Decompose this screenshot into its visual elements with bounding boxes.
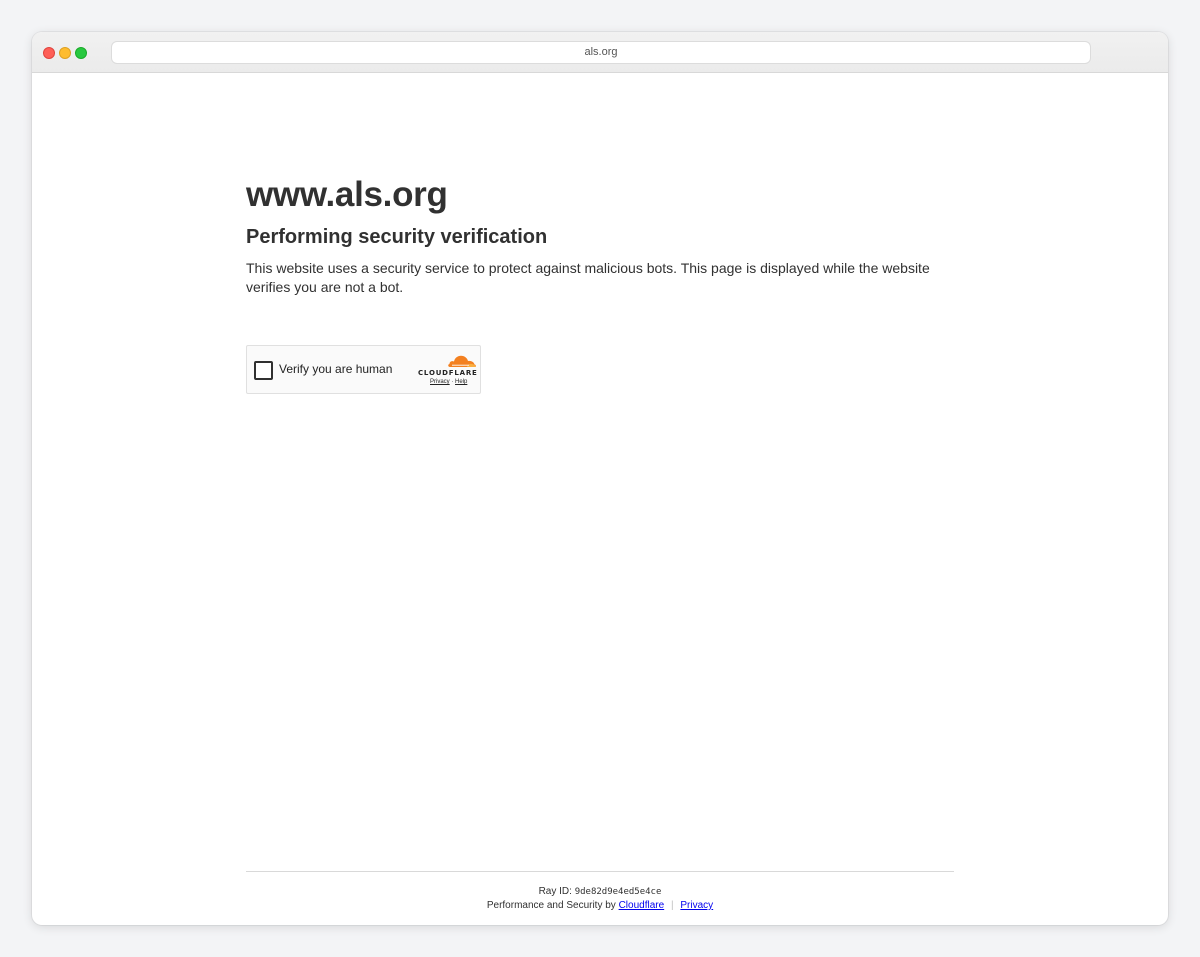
main-section: www.als.org Performing security verifica… <box>246 173 956 297</box>
footer-separator: | <box>670 900 674 911</box>
privacy-link[interactable]: Privacy <box>680 900 713 911</box>
cloudflare-logo: CLOUDFLARE Privacy · Help <box>418 354 478 390</box>
browser-titlebar: als.org <box>32 32 1168 73</box>
close-window-icon[interactable] <box>43 47 55 59</box>
cloudflare-cloud-icon <box>448 355 476 367</box>
minimize-window-icon[interactable] <box>59 47 71 59</box>
widget-links: Privacy · Help <box>430 379 467 385</box>
verify-checkbox[interactable] <box>254 361 273 380</box>
page-content: www.als.org Performing security verifica… <box>32 73 1168 925</box>
address-bar[interactable]: als.org <box>111 41 1091 64</box>
widget-help-link[interactable]: Help <box>455 379 467 385</box>
performance-line: Performance and Security by Cloudflare |… <box>246 899 954 913</box>
ray-id-line: Ray ID: 9de82d9e4ed5e4ce <box>246 885 954 899</box>
maximize-window-icon[interactable] <box>75 47 87 59</box>
ray-id-label: Ray ID: <box>538 886 572 897</box>
widget-link-separator: · <box>451 379 454 385</box>
cloudflare-wordmark: CLOUDFLARE <box>418 369 478 377</box>
page-footer: Ray ID: 9de82d9e4ed5e4ce Performance and… <box>246 871 954 913</box>
page-heading: Performing security verification <box>246 226 548 248</box>
widget-privacy-link[interactable]: Privacy <box>430 379 450 385</box>
site-title: www.als.org <box>246 175 448 214</box>
turnstile-widget: Verify you are human CLOUDFLARE Privacy … <box>246 345 481 394</box>
cloudflare-link[interactable]: Cloudflare <box>619 900 665 911</box>
verify-label[interactable]: Verify you are human <box>279 362 392 376</box>
performance-text: Performance and Security by <box>486 900 616 911</box>
ray-id-value: 9de82d9e4ed5e4ce <box>574 887 662 897</box>
browser-window: als.org www.als.org Performing security … <box>32 32 1168 925</box>
page-description: This website uses a security service to … <box>246 260 930 295</box>
